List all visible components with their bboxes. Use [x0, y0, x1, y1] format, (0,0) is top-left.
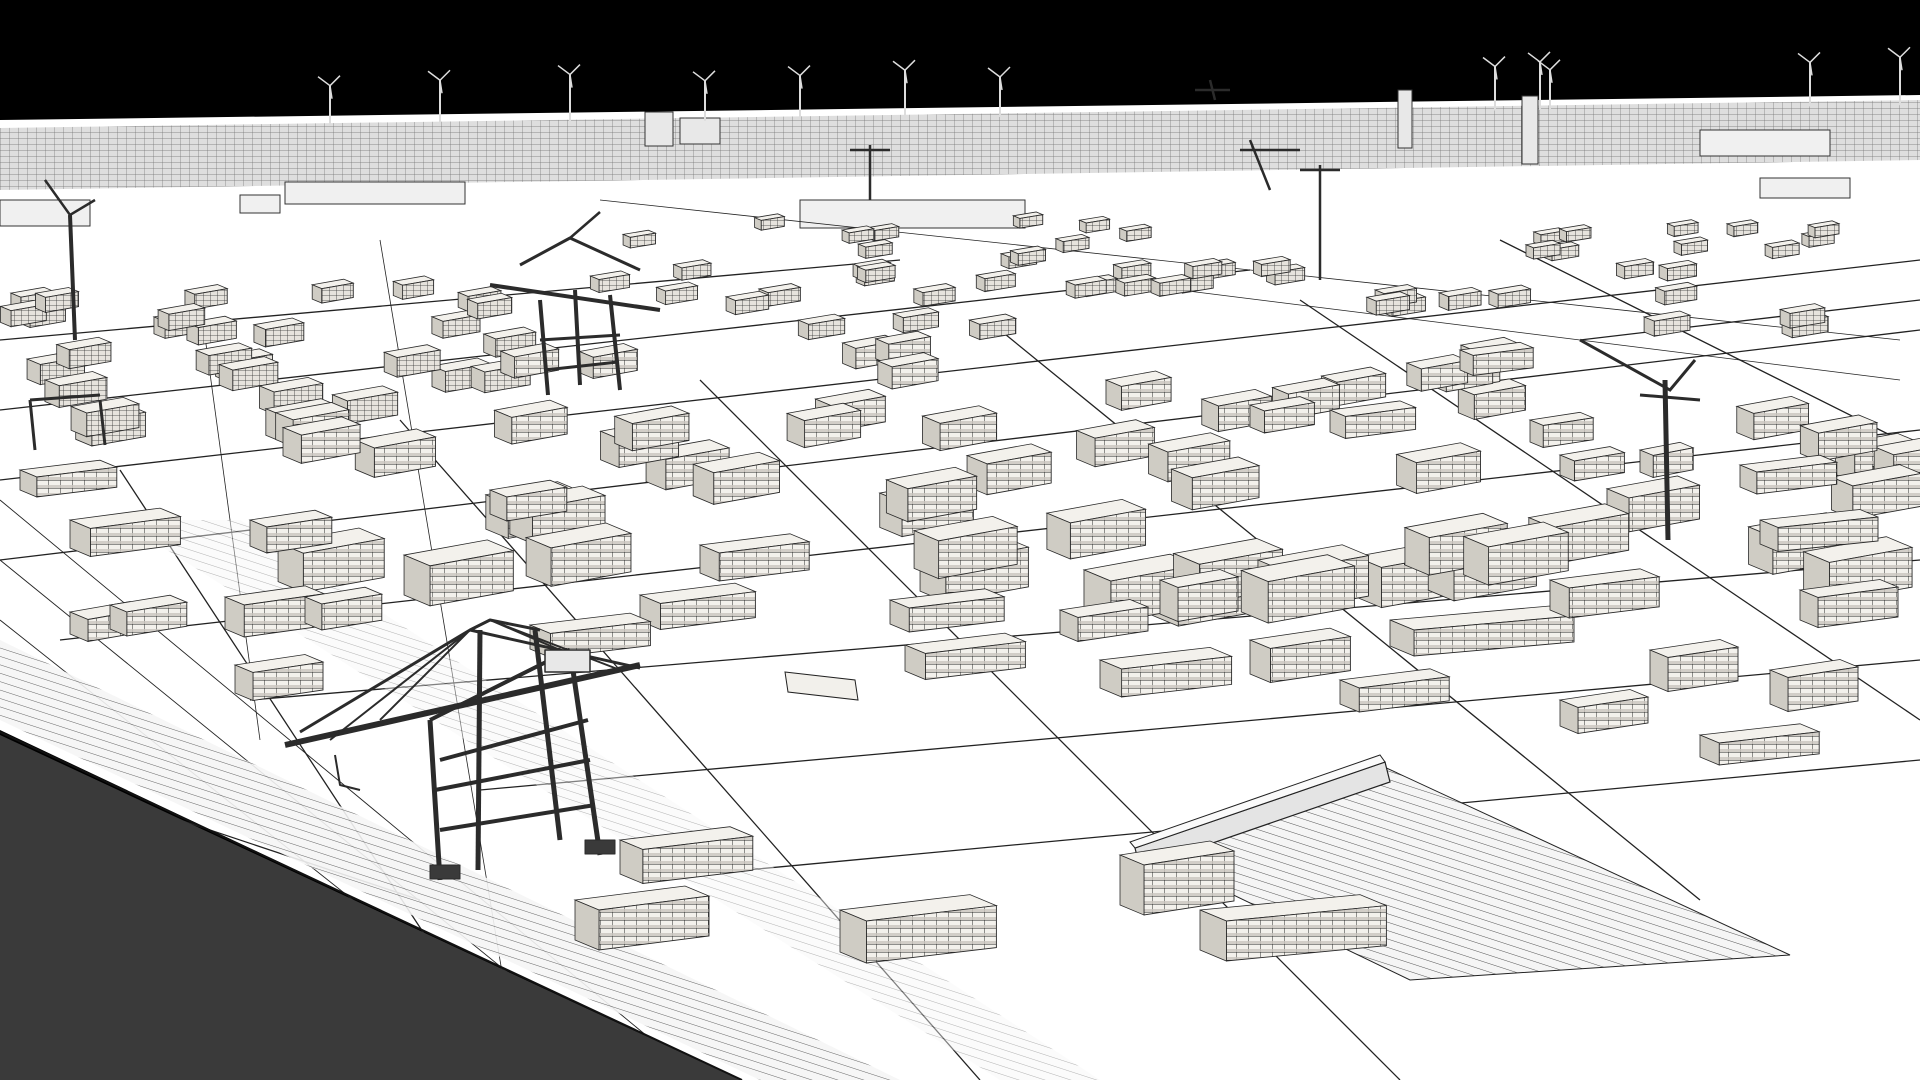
container-stack-side: [1769, 669, 1789, 713]
warehouse: [1759, 177, 1851, 199]
warehouse: [284, 181, 466, 205]
container-stack-side: [1119, 854, 1145, 916]
distant-tower: [1397, 89, 1413, 149]
distant-building: [644, 111, 674, 147]
warehouse: [1699, 129, 1831, 157]
crane-bogie: [429, 864, 461, 880]
port-terminal-render: [0, 0, 1920, 1080]
crane-bogie: [584, 839, 616, 855]
container-stack-side: [1159, 579, 1179, 623]
warehouse: [0, 199, 91, 227]
distant-building: [679, 117, 721, 145]
warehouse: [239, 194, 281, 214]
distant-tower: [1521, 95, 1539, 165]
warehouse: [799, 199, 1026, 229]
container-stack-side: [1649, 649, 1669, 693]
crane-cab: [544, 649, 591, 673]
